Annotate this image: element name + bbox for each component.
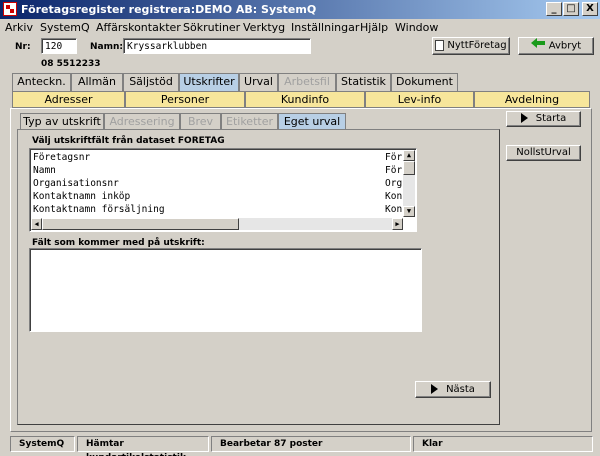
namn-label: Namn:: [90, 42, 123, 52]
list-item[interactable]: FöretagsnrFöre: [30, 151, 416, 164]
next-label: Nästa: [446, 384, 475, 395]
tab-dokument[interactable]: Dokument: [391, 73, 458, 91]
menu-bar: Arkiv SystemQ Affärskontakter Sökrutiner…: [0, 19, 600, 37]
list-item[interactable]: NamnFöre: [30, 164, 416, 177]
menu-sokrutiner[interactable]: Sökrutiner: [183, 21, 240, 34]
reset-selection-button[interactable]: NollstUrval: [506, 145, 581, 161]
scroll-right-icon[interactable]: ▶: [392, 218, 403, 230]
tab-anteckn[interactable]: Anteckn.: [12, 73, 71, 91]
scroll-thumb[interactable]: [403, 161, 415, 175]
start-button[interactable]: Starta: [506, 111, 581, 127]
new-company-button[interactable]: NyttFöretag: [432, 37, 510, 55]
status-app: SystemQ: [10, 436, 75, 452]
menu-window[interactable]: Window: [395, 21, 438, 34]
minimize-button[interactable]: _: [546, 2, 562, 16]
new-company-label: NyttFöretag: [447, 40, 507, 51]
status-task: Hämtar kundartikelstatistik: [77, 436, 209, 456]
h-scroll-thumb[interactable]: [42, 218, 239, 230]
scroll-left-icon[interactable]: ◀: [31, 218, 42, 230]
reset-label: NollstUrval: [516, 147, 571, 158]
menu-systemq[interactable]: SystemQ: [40, 21, 90, 34]
subtab-etiketter: Etiketter: [221, 113, 278, 130]
tab-allman[interactable]: Allmän: [71, 73, 123, 91]
cancel-label: Avbryt: [548, 40, 582, 52]
fields-list[interactable]: FöretagsnrFöre NamnFöre OrganisationsnrO…: [29, 148, 417, 232]
phone-number: 08 5512233: [41, 59, 101, 69]
tab-arbetsfil: Arbetsfil: [278, 73, 336, 91]
nr-field[interactable]: 120: [41, 38, 77, 54]
window-title: Företagsregister registrera:DEMO AB: Sys…: [21, 3, 317, 16]
list-item[interactable]: Kontaktnamn försäljningKont: [30, 203, 416, 216]
subtab-typ-av-utskrift[interactable]: Typ av utskrift: [20, 113, 104, 130]
subtab-eget-urval[interactable]: Eget urval: [278, 113, 346, 130]
tab-kundinfo[interactable]: Kundinfo: [245, 91, 365, 108]
new-document-icon: [435, 39, 445, 51]
play-icon: [520, 113, 528, 123]
tab-saljstod[interactable]: Säljstöd: [123, 73, 179, 91]
scroll-down-icon[interactable]: ▼: [403, 206, 415, 217]
menu-hjalp[interactable]: Hjälp: [360, 21, 388, 34]
status-progress: Bearbetar 87 poster: [211, 436, 411, 452]
status-ready: Klar: [413, 436, 593, 452]
menu-arkiv[interactable]: Arkiv: [5, 21, 33, 34]
fields-title: Välj utskriftfält från dataset FORETAG: [32, 136, 225, 146]
menu-affarskontakter[interactable]: Affärskontakter: [96, 21, 181, 34]
subtab-adressering: Adressering: [104, 113, 180, 130]
scroll-up-icon[interactable]: ▲: [403, 150, 415, 161]
tab-urval[interactable]: Urval: [239, 73, 278, 91]
tab-avdelning[interactable]: Avdelning: [474, 91, 590, 108]
list-item[interactable]: Kontaktnamn inköpKont: [30, 190, 416, 203]
next-button[interactable]: Nästa: [415, 381, 491, 398]
horizontal-scrollbar[interactable]: ◀ ▶: [31, 218, 403, 230]
maximize-button[interactable]: □: [563, 2, 579, 16]
menu-verktyg[interactable]: Verktyg: [243, 21, 285, 34]
subtab-brev: Brev: [180, 113, 221, 130]
tab-lev-info[interactable]: Lev-info: [365, 91, 474, 108]
close-button[interactable]: X: [582, 2, 598, 16]
start-label: Starta: [535, 113, 567, 124]
list-item[interactable]: Organisationsnr Org: [30, 177, 416, 190]
tab-utskrifter[interactable]: Utskrifter: [179, 73, 239, 91]
back-arrow-icon: [530, 38, 545, 53]
cancel-button[interactable]: Avbryt: [518, 37, 594, 55]
menu-installningar[interactable]: Inställningar: [291, 21, 359, 34]
play-icon: [431, 384, 439, 394]
tab-adresser[interactable]: Adresser: [12, 91, 125, 108]
tab-personer[interactable]: Personer: [125, 91, 245, 108]
namn-field[interactable]: Kryssarklubben: [123, 38, 311, 54]
nr-label: Nr:: [15, 42, 31, 52]
selected-fields-list[interactable]: [29, 248, 422, 332]
app-icon: [3, 2, 17, 16]
vertical-scrollbar[interactable]: ▲ ▼: [403, 150, 415, 217]
tab-statistik[interactable]: Statistik: [336, 73, 391, 91]
title-bar: Företagsregister registrera:DEMO AB: Sys…: [0, 0, 600, 19]
selected-fields-title: Fält som kommer med på utskrift:: [32, 238, 205, 248]
